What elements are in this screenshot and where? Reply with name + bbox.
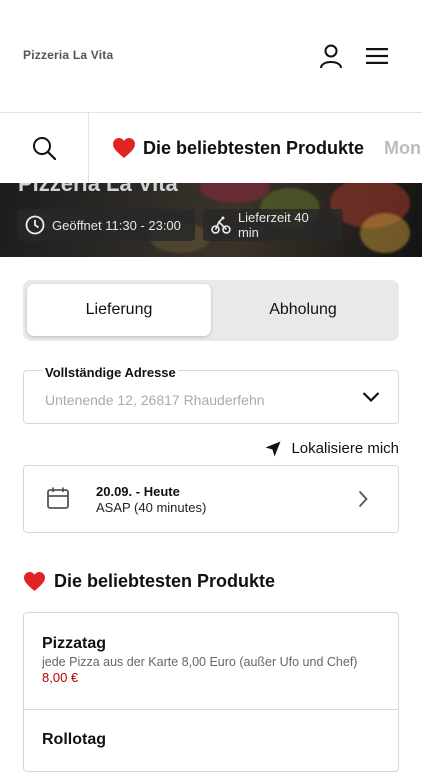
- calendar-icon: [46, 486, 70, 515]
- locate-me-label: Lokalisiere mich: [291, 440, 399, 457]
- pickup-option-button[interactable]: Abholung: [211, 284, 395, 336]
- opening-hours-badge: Geöffnet 11:30 - 23:00: [17, 209, 195, 241]
- product-name: Rollotag: [42, 731, 106, 748]
- order-type-toggle: Lieferung Abholung: [23, 280, 399, 341]
- address-label: Vollständige Adresse: [43, 365, 178, 380]
- section-title: Die beliebtesten Produkte: [23, 571, 275, 592]
- hamburger-menu-icon[interactable]: [364, 42, 390, 70]
- delivery-option-button[interactable]: Lieferung: [27, 284, 211, 336]
- locate-me-button[interactable]: Lokalisiere mich: [265, 440, 399, 457]
- brand-name[interactable]: Pizzeria La Vita: [23, 48, 113, 62]
- category-tab-popular[interactable]: Die beliebtesten Produkte: [112, 113, 364, 183]
- category-tab-next[interactable]: Mon: [384, 113, 421, 183]
- hero-decoration: [200, 183, 270, 203]
- delivery-time-text: Lieferzeit 40 min: [237, 210, 309, 240]
- app-header: Pizzeria La Vita: [0, 0, 422, 113]
- location-arrow-icon: [265, 441, 281, 456]
- chevron-down-icon[interactable]: [362, 390, 380, 408]
- hero-banner: Pizzeria La Vita Geöffnet 11:30 - 23:00 …: [0, 183, 422, 257]
- product-card[interactable]: Rollotag: [24, 709, 398, 771]
- hero-title: Pizzeria La Vita: [18, 183, 178, 196]
- product-list: Pizzatag jede Pizza aus der Karte 8,00 E…: [23, 612, 399, 772]
- clock-icon: [25, 215, 45, 235]
- heart-icon: [24, 571, 45, 592]
- delivery-date: 20.09. - Heute: [96, 484, 180, 499]
- product-description: jede Pizza aus der Karte 8,00 Euro (auße…: [42, 655, 358, 669]
- category-bar: Die beliebtesten Produkte Mon: [0, 113, 422, 184]
- heart-icon: [112, 137, 136, 159]
- delivery-time: ASAP (40 minutes): [96, 500, 207, 515]
- user-icon[interactable]: [318, 42, 344, 70]
- hero-decoration: [360, 213, 410, 253]
- search-icon[interactable]: [0, 113, 89, 183]
- section-title-text: Die beliebtesten Produkte: [54, 571, 276, 591]
- delivery-date-selector[interactable]: 20.09. - Heute ASAP (40 minutes): [23, 465, 399, 533]
- bicycle-icon: [211, 216, 231, 234]
- category-tab-label: Die beliebtesten Produkte: [143, 137, 365, 158]
- address-select[interactable]: Vollständige Adresse Untenende 12, 26817…: [23, 365, 399, 424]
- product-name: Pizzatag: [42, 635, 107, 652]
- address-value[interactable]: Untenende 12, 26817 Rhauderfehn: [45, 392, 265, 408]
- product-card[interactable]: Pizzatag jede Pizza aus der Karte 8,00 E…: [24, 613, 398, 710]
- product-price: 8,00 €: [42, 670, 79, 685]
- opening-hours-text: Geöffnet 11:30 - 23:00: [52, 217, 181, 233]
- delivery-time-badge: Lieferzeit 40 min: [203, 209, 343, 241]
- chevron-right-icon[interactable]: [358, 490, 368, 513]
